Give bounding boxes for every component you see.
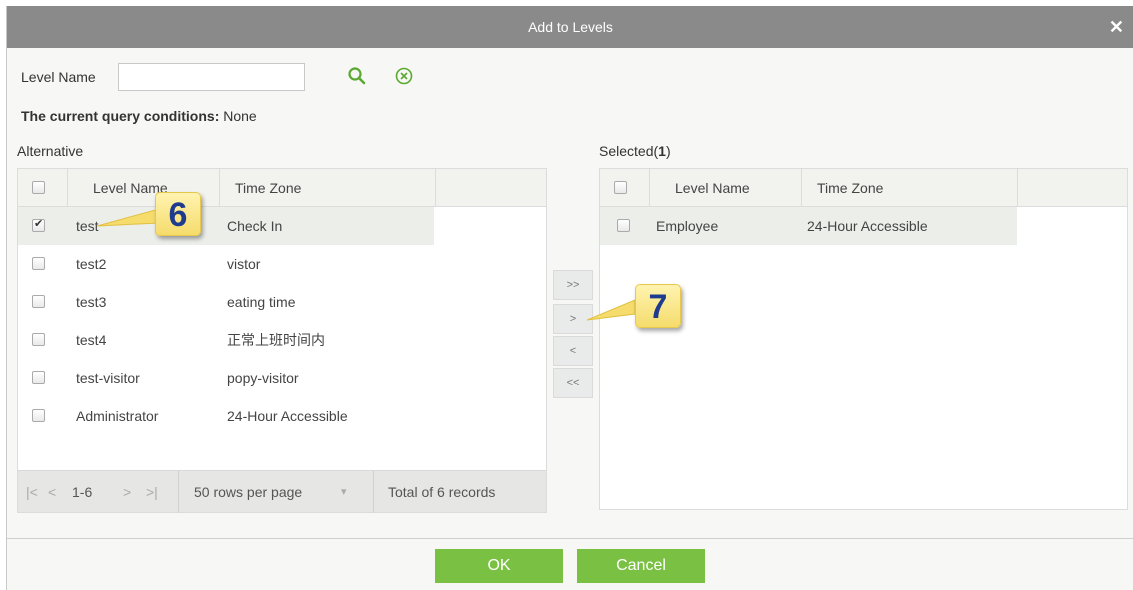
first-page-button[interactable]: |< [26, 471, 38, 513]
page-range: 1-6 [72, 484, 93, 500]
header-checkbox-cell [18, 169, 68, 207]
row-time-zone: popy-visitor [227, 370, 299, 386]
table-row[interactable]: test2 vistor [18, 245, 434, 283]
ok-button[interactable]: OK [435, 549, 563, 583]
selected-title-label: Selected( [599, 143, 659, 159]
prev-page-button[interactable]: < [48, 471, 56, 513]
footer-divider [7, 538, 1133, 539]
rows-per-page-select[interactable]: 50 rows per page [194, 471, 302, 513]
row-time-zone: 正常上班时间内 [227, 332, 325, 348]
row-checkbox[interactable] [32, 371, 45, 384]
alternative-pager: |< < 1-6 > >| 50 rows per page ▾ Total o… [18, 470, 546, 513]
row-time-zone: vistor [227, 256, 261, 272]
add-to-levels-dialog: Add to Levels ✕ Level Name The current q… [6, 6, 1133, 590]
table-row[interactable]: test-visitor popy-visitor [18, 359, 434, 397]
table-row[interactable]: Administrator 24-Hour Accessible [18, 397, 434, 435]
row-time-zone: eating time [227, 294, 296, 310]
query-conditions: The current query conditions: None [21, 108, 257, 124]
chevron-down-icon[interactable]: ▾ [341, 471, 347, 513]
level-name-label: Level Name [21, 69, 96, 85]
search-icon[interactable] [347, 66, 367, 89]
query-conditions-label: The current query conditions: [21, 108, 220, 124]
row-checkbox[interactable] [32, 409, 45, 422]
row-level-name: test4 [76, 332, 107, 348]
clear-icon[interactable] [394, 66, 414, 89]
callout-badge-6: 6 [155, 192, 201, 236]
select-all-checkbox[interactable] [614, 181, 627, 194]
move-all-left-button[interactable]: << [553, 368, 593, 398]
header-time-zone[interactable]: Time Zone [220, 169, 436, 207]
selected-grid-header: Level Name Time Zone [600, 169, 1127, 207]
header-time-zone[interactable]: Time Zone [802, 169, 1018, 207]
alternative-title: Alternative [17, 143, 84, 159]
row-checkbox[interactable] [32, 333, 45, 346]
row-checkbox[interactable] [617, 219, 630, 232]
row-level-name: Employee [656, 218, 719, 234]
callout-badge-7: 7 [635, 284, 681, 328]
query-conditions-value: None [223, 108, 257, 124]
row-checkbox[interactable] [32, 257, 45, 270]
row-checkbox[interactable] [32, 295, 45, 308]
row-checkbox[interactable] [32, 217, 45, 232]
row-time-zone: Check In [227, 218, 283, 234]
dialog-title: Add to Levels [528, 19, 613, 35]
row-level-name: test3 [76, 294, 107, 310]
selected-title: Selected(1) [599, 143, 671, 159]
row-level-name: test2 [76, 256, 107, 272]
row-level-name: test-visitor [76, 370, 140, 386]
dialog-titlebar: Add to Levels ✕ [7, 6, 1133, 48]
pager-separator [178, 471, 179, 513]
header-checkbox-cell [600, 169, 650, 207]
table-row[interactable]: test3 eating time [18, 283, 434, 321]
row-time-zone: 24-Hour Accessible [807, 218, 928, 234]
last-page-button[interactable]: >| [146, 471, 158, 513]
level-name-search-input[interactable] [118, 63, 305, 91]
table-row[interactable]: test4 正常上班时间内 [18, 321, 434, 359]
next-page-button[interactable]: > [123, 471, 131, 513]
row-level-name: test [76, 218, 99, 234]
selected-count: 1 [658, 143, 666, 159]
pager-separator [373, 471, 374, 513]
total-records: Total of 6 records [388, 484, 496, 500]
table-row[interactable]: test Check In [18, 207, 434, 245]
select-all-checkbox[interactable] [32, 181, 45, 194]
callout-pointer-7 [587, 299, 636, 321]
header-level-name[interactable]: Level Name [650, 169, 802, 207]
table-row[interactable]: Employee 24-Hour Accessible [600, 207, 1017, 245]
row-time-zone: 24-Hour Accessible [227, 408, 348, 424]
move-left-button[interactable]: < [553, 336, 593, 366]
cancel-button[interactable]: Cancel [577, 549, 705, 583]
close-icon[interactable]: ✕ [1109, 6, 1124, 48]
row-level-name: Administrator [76, 408, 159, 424]
selected-grid: Level Name Time Zone Employee 24-Hour Ac… [599, 168, 1128, 510]
selected-title-end: ) [665, 143, 671, 159]
